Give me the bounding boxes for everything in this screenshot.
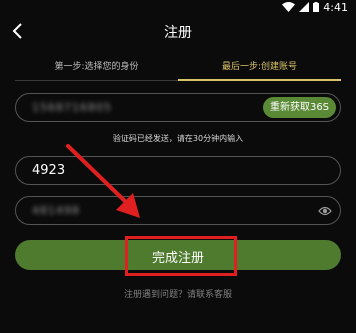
phone-field[interactable]: 1568716805 重新获取36S xyxy=(15,93,341,122)
wifi-icon xyxy=(282,2,296,12)
battery-icon xyxy=(313,2,320,12)
step-create-account[interactable]: 最后一步:创建账号 xyxy=(178,56,341,81)
phone-value: 1568716805 xyxy=(32,101,112,114)
help-link[interactable]: 注册遇到问题？请联系客服 xyxy=(0,287,356,300)
resend-code-button[interactable]: 重新获取36S xyxy=(263,97,336,118)
status-icons: 4:41 xyxy=(282,0,348,14)
verification-code-field[interactable]: 4923 xyxy=(15,156,341,185)
status-time: 4:41 xyxy=(323,0,348,14)
password-field[interactable]: 481498 xyxy=(15,196,341,225)
header: 注册 xyxy=(0,16,356,46)
password-value: 481498 xyxy=(32,204,80,217)
signal-icon xyxy=(299,2,310,12)
eye-icon[interactable] xyxy=(318,205,332,217)
page-title: 注册 xyxy=(164,25,192,41)
verification-hint: 验证码已经发送，请在30分钟内输入 xyxy=(112,134,244,143)
step-choose-identity[interactable]: 第一步:选择您的身份 xyxy=(15,56,178,80)
verification-code-value: 4923 xyxy=(32,163,66,178)
annotation-highlight-box xyxy=(125,236,237,276)
status-bar: 4:41 xyxy=(0,0,356,14)
step-tabs: 第一步:选择您的身份 最后一步:创建账号 xyxy=(15,56,341,81)
